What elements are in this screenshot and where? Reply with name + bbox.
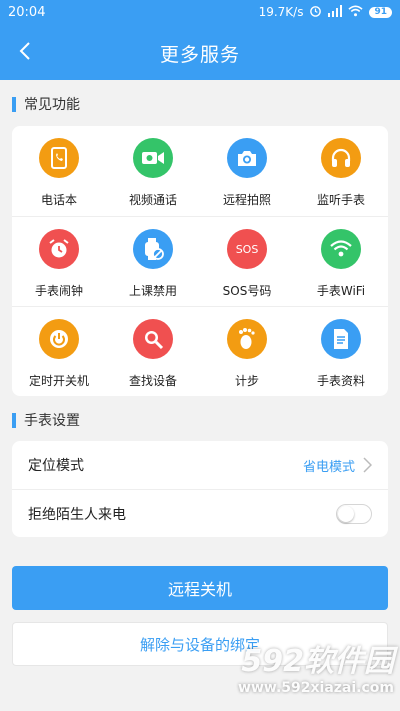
wifi-status-icon <box>348 5 364 20</box>
camera-icon <box>227 138 267 178</box>
watermark-logo: 592软件园 <box>241 644 394 679</box>
function-label: 视频通话 <box>128 193 177 207</box>
section-accent-bar <box>12 412 16 428</box>
reject-strangers-row: 拒绝陌生人来电 <box>12 489 388 537</box>
function-label: SOS号码 <box>222 284 272 298</box>
watermark: 592软件园 www.592xiazai.com <box>194 636 394 708</box>
sos-icon: SOS <box>227 229 267 269</box>
function-label: 手表闹钟 <box>34 284 83 298</box>
footprint-icon <box>227 319 267 359</box>
signal-icon <box>328 4 343 20</box>
function-class-disable[interactable]: 上课禁用 <box>106 217 200 307</box>
function-remote-photo[interactable]: 远程拍照 <box>200 126 294 216</box>
document-icon <box>321 319 361 359</box>
function-scheduled-power[interactable]: 定时开关机 <box>12 307 106 397</box>
section-accent-bar <box>12 96 16 112</box>
function-label: 电话本 <box>40 193 77 207</box>
net-speed: 19.7K/s <box>258 5 304 19</box>
settings-card: 定位模式 省电模式 拒绝陌生人来电 <box>12 441 388 537</box>
section-title-common: 常见功能 <box>12 94 80 114</box>
function-grid-row: 电话本 视频通话 远程拍照 监听手表 <box>12 126 388 216</box>
function-grid-row: 手表闹钟 上课禁用 SOS SOS号码 手表WiFi <box>12 216 388 306</box>
svg-text:SOS: SOS <box>236 243 259 256</box>
section-title-common-text: 常见功能 <box>24 97 80 113</box>
status-indicators: 19.7K/s 91 <box>259 4 392 20</box>
function-monitor-watch[interactable]: 监听手表 <box>294 126 388 216</box>
function-label: 远程拍照 <box>222 193 271 207</box>
wifi-icon <box>321 229 361 269</box>
function-step-count[interactable]: 计步 <box>200 307 294 397</box>
function-label: 定时开关机 <box>28 374 89 388</box>
status-time: 20:04 <box>8 4 46 20</box>
function-label: 手表资料 <box>316 374 365 388</box>
page-title: 更多服务 <box>159 44 240 66</box>
section-title-watch-settings: 手表设置 <box>12 410 80 430</box>
alarm-status-icon <box>309 4 322 20</box>
function-phonebook[interactable]: 电话本 <box>12 126 106 216</box>
video-call-icon <box>133 138 173 178</box>
function-watch-info[interactable]: 手表资料 <box>294 307 388 397</box>
function-watch-wifi[interactable]: 手表WiFi <box>294 217 388 307</box>
function-label: 上课禁用 <box>128 284 177 298</box>
function-grid-row: 定时开关机 查找设备 计步 手表资料 <box>12 306 388 396</box>
power-icon <box>39 319 79 359</box>
search-icon <box>133 319 173 359</box>
watch-disable-icon <box>133 229 173 269</box>
toggle-knob <box>338 505 354 522</box>
watermark-url: www.592xiazai.com <box>238 680 394 696</box>
remote-shutdown-button[interactable]: 远程关机 <box>12 566 388 610</box>
status-bar: 20:04 19.7K/s 91 <box>0 0 400 24</box>
section-title-settings-text: 手表设置 <box>24 413 80 429</box>
function-sos-number[interactable]: SOS SOS号码 <box>200 217 294 307</box>
function-watch-alarm[interactable]: 手表闹钟 <box>12 217 106 307</box>
phonebook-icon <box>39 138 79 178</box>
battery-indicator: 91 <box>369 6 392 18</box>
reject-strangers-toggle[interactable] <box>336 503 372 524</box>
location-mode-value: 省电模式 <box>302 459 355 475</box>
function-find-device[interactable]: 查找设备 <box>106 307 200 397</box>
alarm-clock-icon <box>39 229 79 269</box>
function-video-call[interactable]: 视频通话 <box>106 126 200 216</box>
header: 更多服务 <box>0 24 400 80</box>
location-mode-value-group: 省电模式 <box>303 456 372 475</box>
headphones-icon <box>321 138 361 178</box>
function-label: 计步 <box>234 374 259 388</box>
reject-strangers-label: 拒绝陌生人来电 <box>28 506 126 523</box>
function-label: 手表WiFi <box>316 284 366 298</box>
function-label: 监听手表 <box>316 193 365 207</box>
function-grid: 电话本 视频通话 远程拍照 监听手表 手表闹钟 上课禁用 SOS SOS号码 手… <box>12 126 388 396</box>
chevron-right-icon <box>363 457 372 473</box>
location-mode-row[interactable]: 定位模式 省电模式 <box>12 441 388 489</box>
location-mode-label: 定位模式 <box>28 458 84 474</box>
function-label: 查找设备 <box>128 374 177 388</box>
